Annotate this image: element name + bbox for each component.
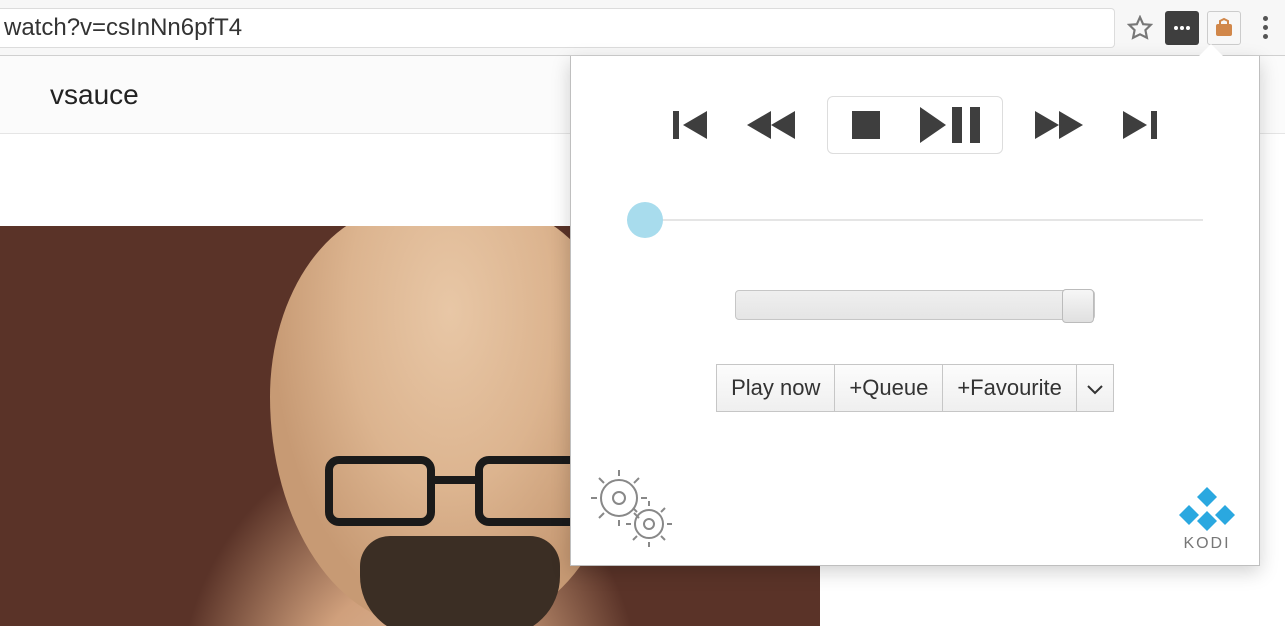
play-now-button[interactable]: Play now [716,364,835,412]
settings-icon[interactable] [589,468,679,553]
rewind-icon[interactable] [743,101,799,149]
chevron-down-icon [1087,385,1103,395]
step-forward-icon[interactable] [918,103,984,147]
seek-slider[interactable] [627,210,1203,230]
kodi-branding[interactable]: KODI [1177,485,1237,553]
previous-track-icon[interactable] [667,101,715,149]
next-track-icon[interactable] [1115,101,1163,149]
extension-a-icon[interactable] [1165,11,1199,45]
browser-address-bar: watch?v=csInNn6pfT4 [0,0,1285,56]
kodi-label: KODI [1177,535,1237,553]
volume-slider[interactable] [735,290,1095,320]
seek-thumb[interactable] [627,202,663,238]
glasses-shape [325,456,585,536]
chrome-menu-icon[interactable] [1255,16,1275,39]
page-body: vsauce [0,56,1285,593]
fast-forward-icon[interactable] [1031,101,1087,149]
center-control-group [827,96,1003,154]
action-button-group: Play now +Queue +Favourite [716,364,1114,412]
url-text: watch?v=csInNn6pfT4 [4,14,242,42]
add-queue-button[interactable]: +Queue [835,364,943,412]
kodi-logo-icon [1177,485,1237,533]
stop-icon[interactable] [846,105,886,145]
kodi-remote-popup: Play now +Queue +Favourite [570,56,1260,566]
volume-thumb[interactable] [1062,289,1094,323]
beard-shape [360,536,560,626]
seek-track [627,219,1203,221]
add-favourite-button[interactable]: +Favourite [943,364,1077,412]
more-actions-dropdown[interactable] [1077,364,1114,412]
star-icon[interactable] [1123,11,1157,45]
media-controls [571,96,1259,154]
address-bar-icons [1123,11,1275,45]
omnibox[interactable]: watch?v=csInNn6pfT4 [0,8,1115,48]
kodi-extension-icon[interactable] [1207,11,1241,45]
search-query-text: vsauce [50,79,139,111]
